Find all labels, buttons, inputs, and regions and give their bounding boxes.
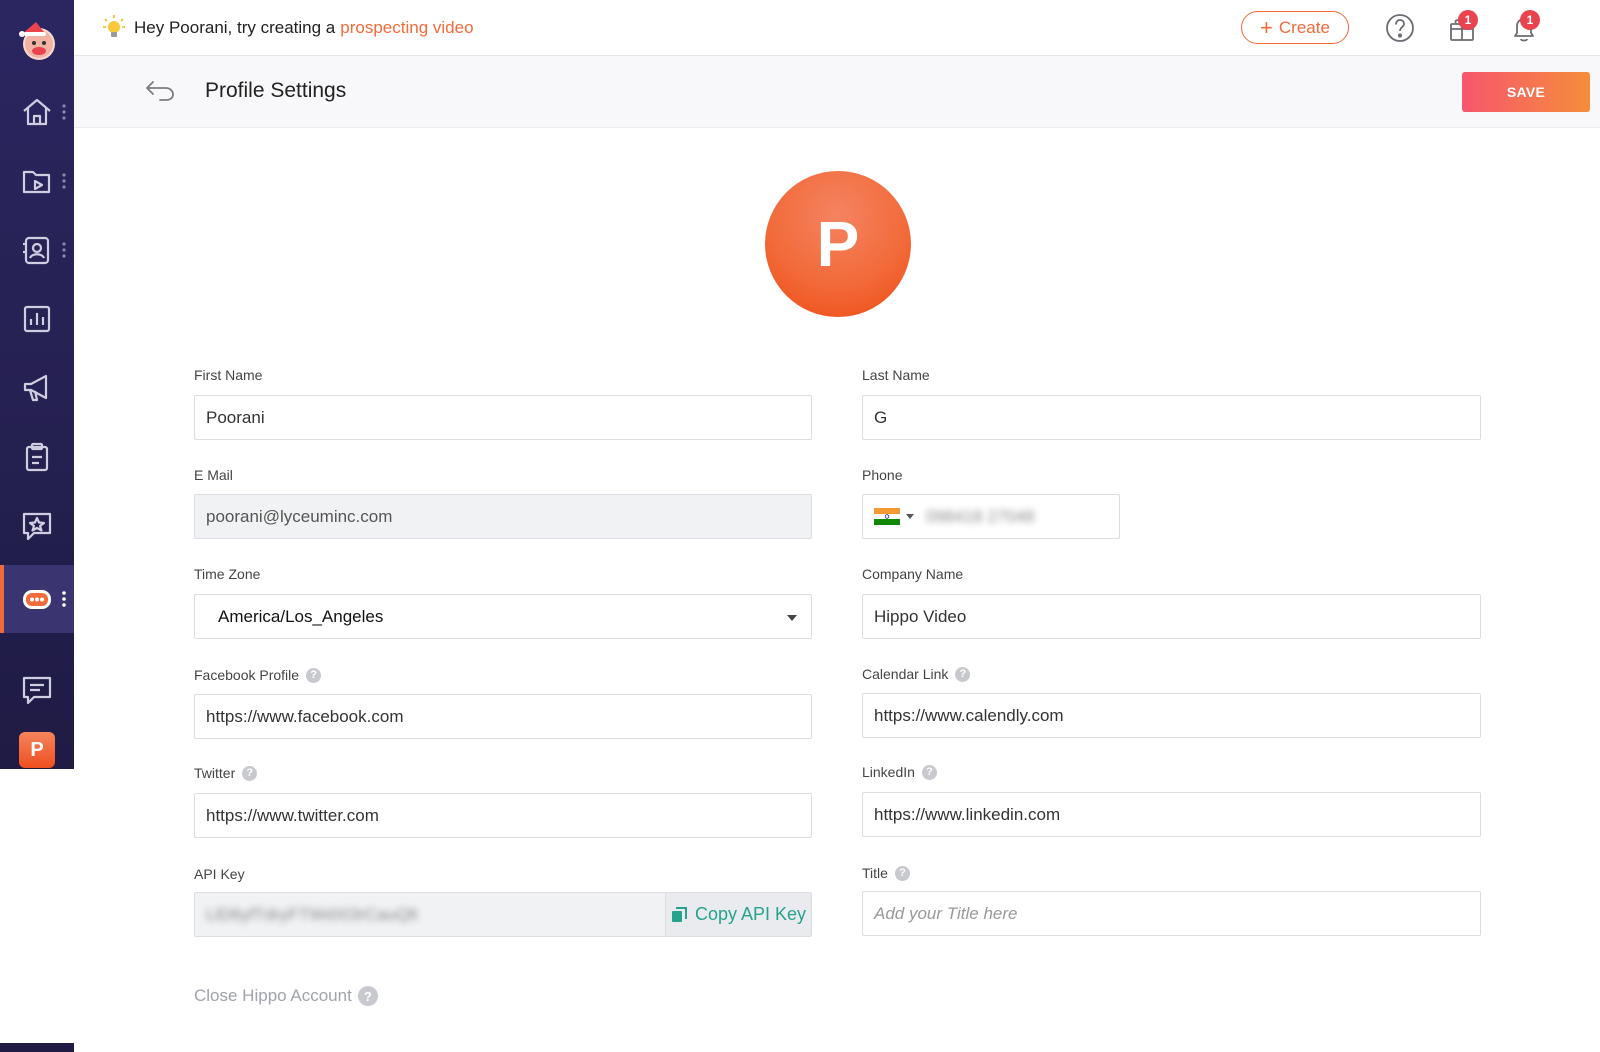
email-value: poorani@lyceuminc.com bbox=[206, 506, 393, 526]
megaphone-icon bbox=[23, 374, 48, 402]
company-name-label: Company Name bbox=[862, 566, 964, 582]
close-account-link[interactable]: Close Hippo Account ? bbox=[194, 986, 378, 1006]
close-account-label: Close Hippo Account bbox=[194, 986, 352, 1005]
top-bar: Hey Poorani, try creating a prospecting … bbox=[74, 0, 1600, 56]
sidebar-bottom-strip bbox=[0, 1043, 74, 1052]
gifts-button[interactable]: 1 bbox=[1446, 10, 1478, 44]
calendar-link-input[interactable]: https://www.calendly.com bbox=[862, 693, 1481, 738]
more-dots-icon[interactable] bbox=[62, 103, 66, 121]
analytics-icon bbox=[23, 305, 51, 333]
sidebar-item-feedback[interactable] bbox=[0, 656, 74, 724]
save-button[interactable]: SAVE bbox=[1462, 72, 1590, 112]
last-name-input[interactable]: G bbox=[862, 395, 1481, 440]
chevron-down-icon bbox=[787, 615, 797, 621]
phone-label: Phone bbox=[862, 467, 903, 483]
profile-avatar[interactable]: P bbox=[765, 171, 911, 317]
more-dots-icon[interactable] bbox=[62, 590, 66, 608]
chatbot-icon bbox=[23, 590, 51, 609]
help-icon[interactable]: ? bbox=[894, 865, 910, 881]
hint-text: Hey Poorani, try creating a bbox=[134, 18, 336, 37]
back-arrow-icon[interactable] bbox=[144, 78, 176, 104]
phone-input[interactable]: 098418 27048 bbox=[862, 494, 1120, 539]
twitter-label-text: Twitter bbox=[194, 765, 236, 781]
linkedin-label: LinkedIn ? bbox=[862, 764, 937, 780]
gifts-badge: 1 bbox=[1458, 10, 1478, 30]
sidebar: P bbox=[0, 0, 74, 769]
video-folder-icon bbox=[22, 170, 51, 194]
twitter-input[interactable]: https://www.twitter.com bbox=[194, 793, 812, 838]
chevron-down-icon[interactable] bbox=[906, 514, 914, 519]
page-title: Profile Settings bbox=[205, 79, 347, 102]
time-zone-label: Time Zone bbox=[194, 566, 261, 582]
last-name-label: Last Name bbox=[862, 367, 930, 383]
star-chat-icon bbox=[22, 512, 52, 541]
title-input[interactable]: Add your Title here bbox=[862, 891, 1481, 936]
lightbulb-icon bbox=[103, 15, 125, 37]
email-input: poorani@lyceuminc.com bbox=[194, 494, 812, 539]
notifications-button[interactable]: 1 bbox=[1508, 10, 1540, 44]
sidebar-item-analytics[interactable] bbox=[0, 285, 74, 353]
first-name-input[interactable]: Poorani bbox=[194, 395, 812, 440]
help-icon[interactable]: ? bbox=[921, 764, 937, 780]
first-name-label: First Name bbox=[194, 367, 263, 383]
api-key-label: API Key bbox=[194, 866, 245, 882]
copy-icon bbox=[671, 906, 687, 922]
copy-api-key-label: Copy API Key bbox=[694, 904, 807, 924]
create-label: Create bbox=[1278, 17, 1330, 37]
sidebar-item-contacts[interactable] bbox=[0, 216, 74, 284]
help-icon[interactable]: ? bbox=[955, 666, 971, 682]
twitter-label: Twitter ? bbox=[194, 765, 258, 781]
facebook-label: Facebook Profile ? bbox=[194, 667, 322, 683]
help-icon[interactable]: ? bbox=[306, 667, 322, 683]
help-icon[interactable]: ? bbox=[242, 765, 258, 781]
home-icon bbox=[23, 98, 51, 126]
api-key-input: LlD6yfTdryFTWdXl3rCauQlt Copy API Key bbox=[194, 892, 812, 937]
sidebar-item-bot[interactable] bbox=[0, 565, 74, 633]
calendar-link-value: https://www.calendly.com bbox=[874, 705, 1064, 725]
company-name-input[interactable]: Hippo Video bbox=[862, 594, 1481, 639]
phone-value: 098418 27048 bbox=[926, 506, 1035, 526]
first-name-value: Poorani bbox=[206, 407, 265, 427]
create-button[interactable]: + Create bbox=[1241, 11, 1349, 44]
facebook-value: https://www.facebook.com bbox=[206, 706, 404, 726]
prospecting-video-link[interactable]: prospecting video bbox=[340, 18, 473, 38]
hippo-logo-icon[interactable] bbox=[14, 16, 60, 62]
linkedin-label-text: LinkedIn bbox=[862, 764, 915, 780]
title-placeholder: Add your Title here bbox=[874, 903, 1018, 923]
time-zone-select[interactable]: America/Los_Angeles bbox=[194, 594, 812, 639]
time-zone-value: America/Los_Angeles bbox=[218, 606, 384, 626]
facebook-input[interactable]: https://www.facebook.com bbox=[194, 694, 812, 739]
linkedin-value: https://www.linkedin.com bbox=[874, 804, 1061, 824]
page-header: Profile Settings SAVE bbox=[74, 56, 1600, 128]
last-name-value: G bbox=[874, 407, 888, 427]
twitter-value: https://www.twitter.com bbox=[206, 805, 379, 825]
company-name-value: Hippo Video bbox=[874, 606, 967, 626]
help-icon[interactable] bbox=[1384, 12, 1416, 44]
title-label: Title ? bbox=[862, 865, 910, 881]
sidebar-item-videos[interactable] bbox=[0, 147, 74, 215]
feedback-chat-icon bbox=[22, 676, 52, 705]
hint-banner: Hey Poorani, try creating a prospecting … bbox=[102, 14, 474, 42]
more-dots-icon[interactable] bbox=[62, 172, 66, 190]
api-key-value: LlD6yfTdryFTWdXl3rCauQlt bbox=[206, 904, 418, 924]
email-label: E Mail bbox=[194, 467, 233, 483]
sidebar-item-reviews[interactable] bbox=[0, 492, 74, 560]
calendar-link-label: Calendar Link ? bbox=[862, 666, 971, 682]
linkedin-input[interactable]: https://www.linkedin.com bbox=[862, 792, 1481, 837]
india-flag-icon[interactable] bbox=[874, 508, 900, 525]
copy-api-key-button[interactable]: Copy API Key bbox=[665, 893, 811, 936]
more-dots-icon[interactable] bbox=[62, 241, 66, 259]
sidebar-item-campaigns[interactable] bbox=[0, 354, 74, 422]
sidebar-user-avatar[interactable]: P bbox=[19, 732, 55, 768]
clipboard-icon bbox=[25, 442, 49, 472]
sidebar-item-tasks[interactable] bbox=[0, 423, 74, 491]
sidebar-item-home[interactable] bbox=[0, 78, 74, 146]
help-icon[interactable]: ? bbox=[357, 986, 378, 1006]
notifications-badge: 1 bbox=[1520, 10, 1540, 30]
contacts-icon bbox=[23, 236, 50, 265]
calendar-link-label-text: Calendar Link bbox=[862, 666, 949, 682]
plus-icon: + bbox=[1260, 14, 1273, 40]
title-label-text: Title bbox=[862, 865, 888, 881]
facebook-label-text: Facebook Profile bbox=[194, 667, 300, 683]
